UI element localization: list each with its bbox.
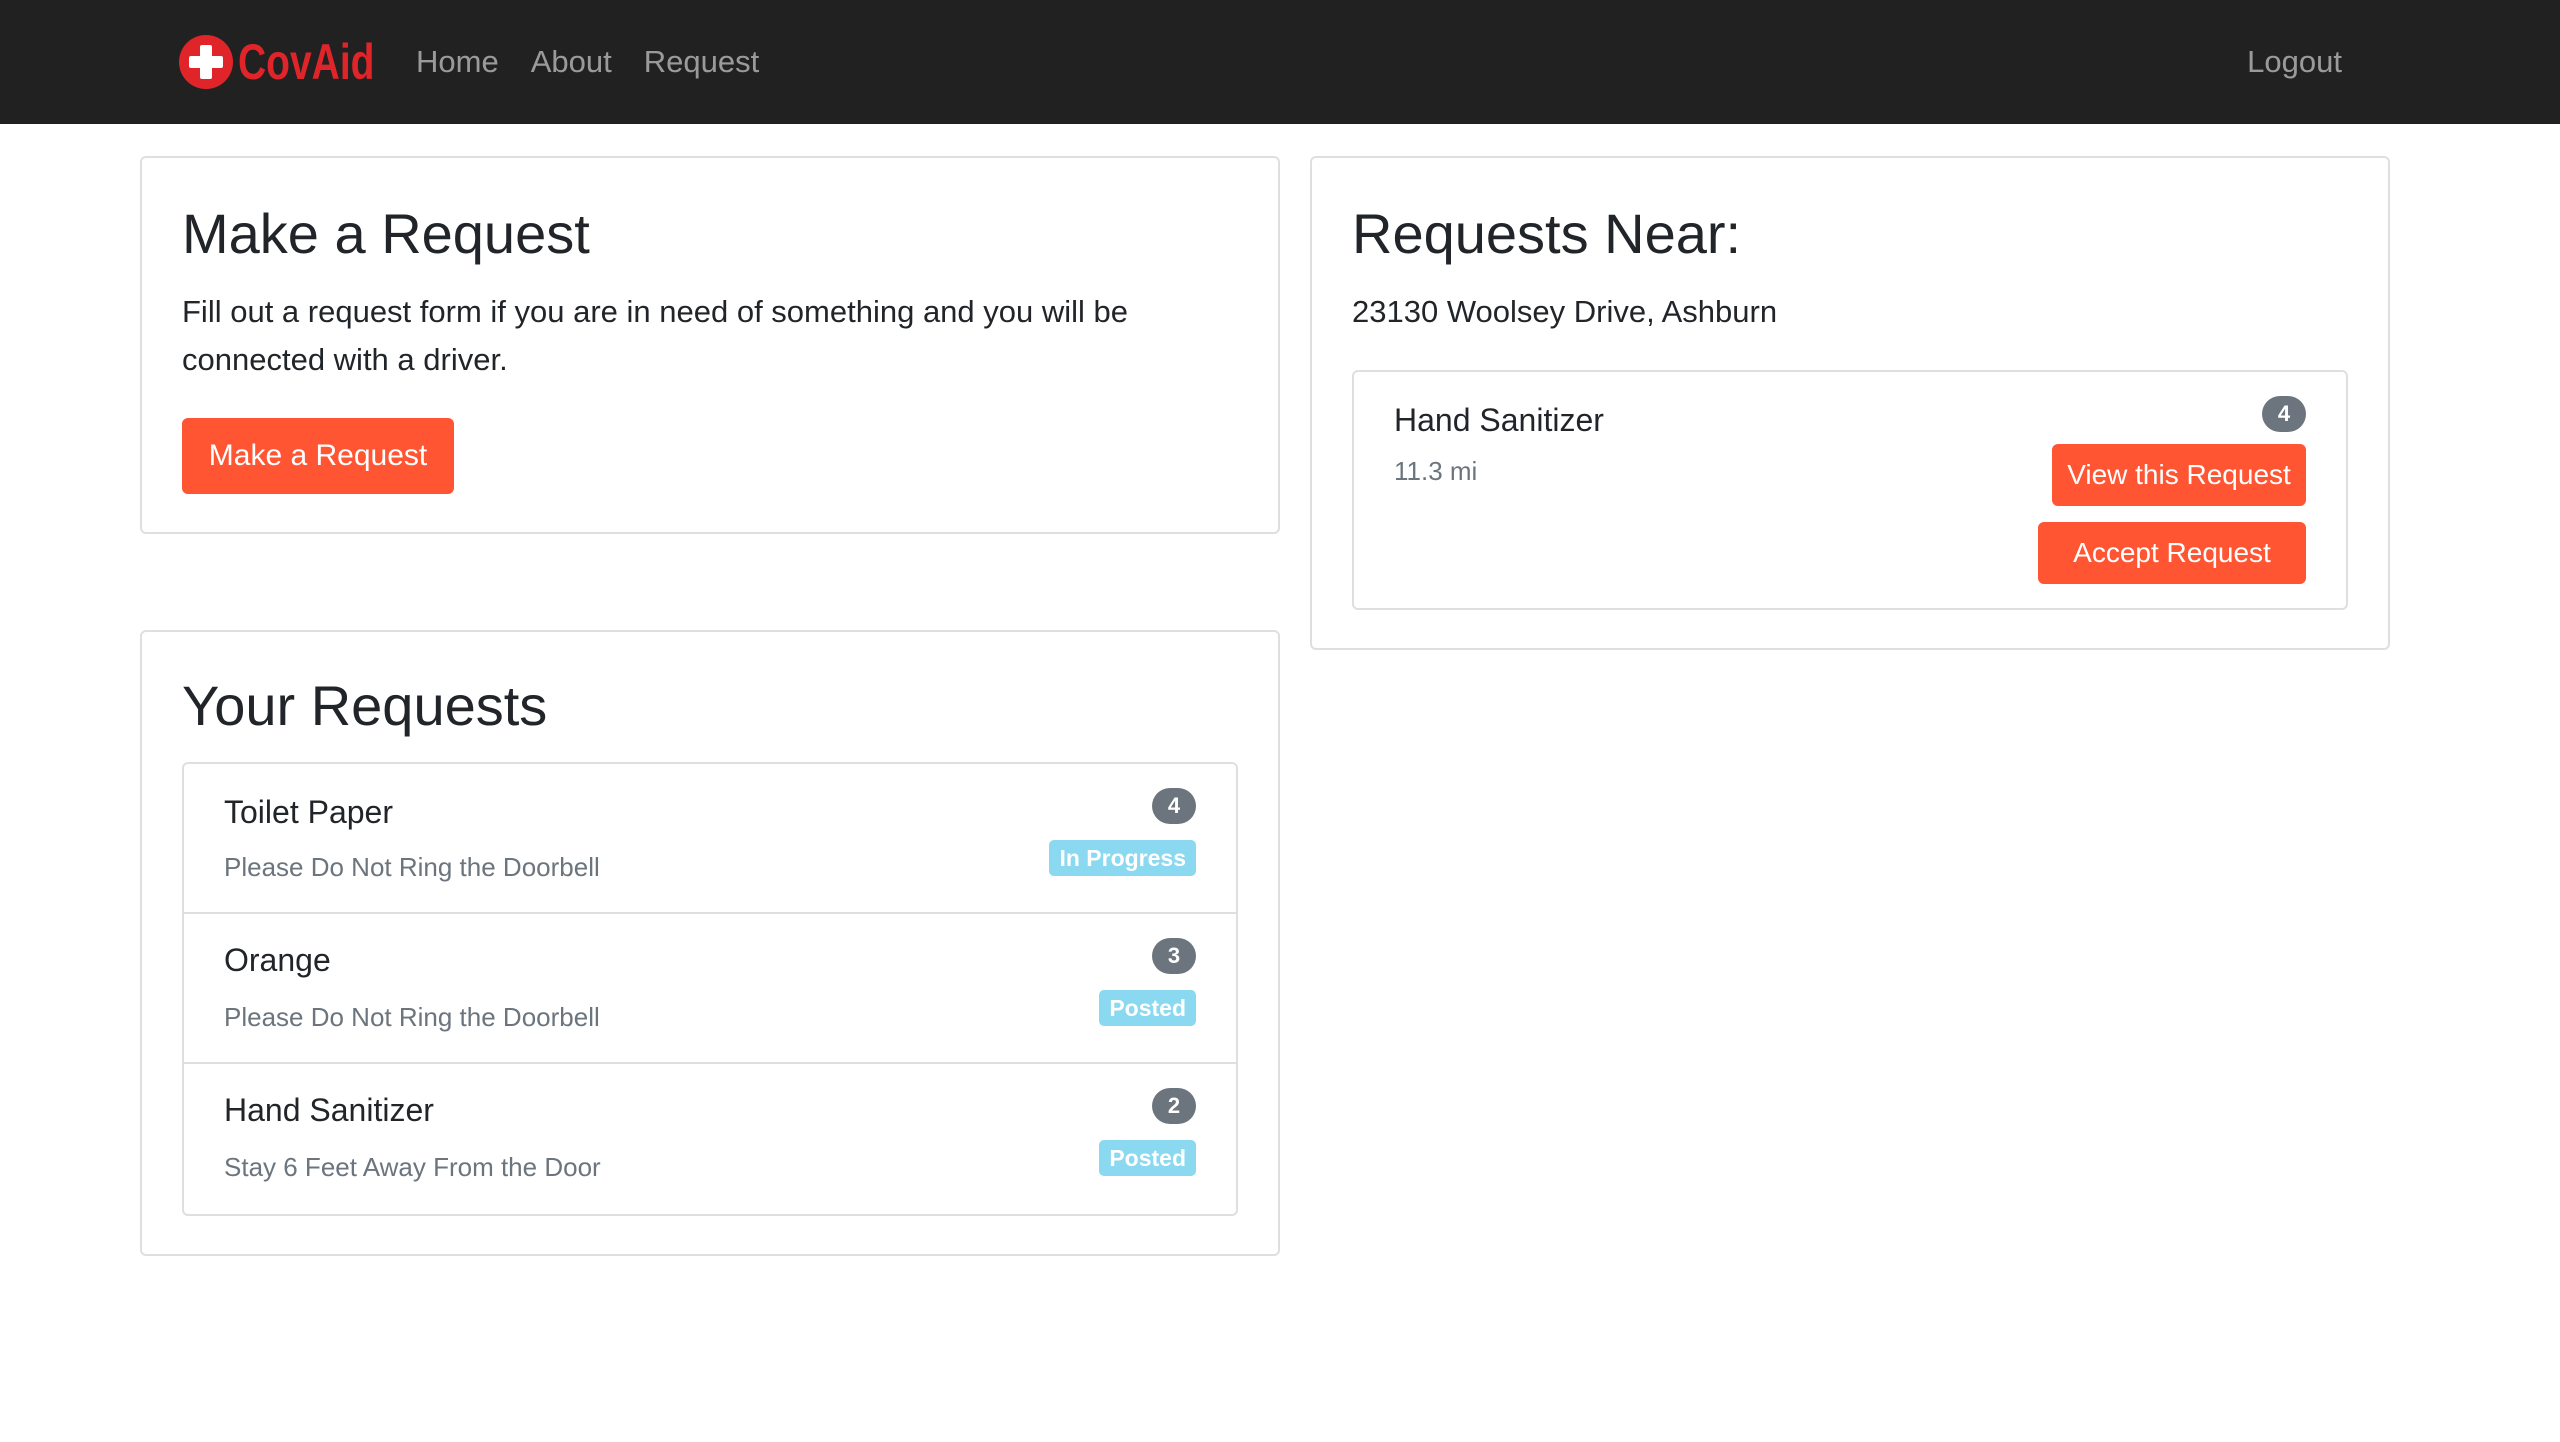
request-note: Please Do Not Ring the Doorbell <box>224 852 600 882</box>
request-title: Hand Sanitizer <box>224 1092 434 1128</box>
status-badge: In Progress <box>1049 840 1196 876</box>
view-request-button[interactable]: View this Request <box>2052 444 2306 506</box>
nav-link-home[interactable]: Home <box>416 44 499 80</box>
request-title: Orange <box>224 942 331 978</box>
requests-near-card: Requests Near: 23130 Woolsey Drive, Ashb… <box>1310 156 2390 650</box>
count-badge: 4 <box>1152 788 1196 824</box>
make-request-description: Fill out a request form if you are in ne… <box>182 294 1129 377</box>
make-request-card: Make a Request Fill out a request form i… <box>140 156 1280 534</box>
nearby-request-item: Hand Sanitizer 11.3 mi 4 View this Reque… <box>1352 370 2348 610</box>
nearby-request-distance: 11.3 mi <box>1394 456 1478 486</box>
list-item[interactable]: Toilet Paper Please Do Not Ring the Door… <box>184 764 1236 914</box>
request-note: Please Do Not Ring the Doorbell <box>224 1002 600 1032</box>
medical-cross-icon <box>179 35 233 89</box>
your-requests-card: Your Requests Toilet Paper Please Do Not… <box>140 630 1280 1256</box>
list-item[interactable]: Hand Sanitizer Stay 6 Feet Away From the… <box>184 1064 1236 1214</box>
accept-request-button[interactable]: Accept Request <box>2038 522 2306 584</box>
make-request-title: Make a Request <box>182 202 590 265</box>
request-note: Stay 6 Feet Away From the Door <box>224 1152 601 1182</box>
logout-link[interactable]: Logout <box>2247 0 2342 124</box>
nav-link-about[interactable]: About <box>531 44 612 80</box>
nav-link-request[interactable]: Request <box>644 44 759 80</box>
list-item[interactable]: Orange Please Do Not Ring the Doorbell 3… <box>184 914 1236 1064</box>
nearby-request-title: Hand Sanitizer <box>1394 402 1604 438</box>
brand-name: CovAid <box>238 34 375 90</box>
navbar: CovAid Home About Request Logout <box>0 0 2560 124</box>
your-requests-title: Your Requests <box>182 674 548 737</box>
your-requests-list: Toilet Paper Please Do Not Ring the Door… <box>182 762 1238 1216</box>
status-badge: Posted <box>1099 990 1196 1026</box>
count-badge: 4 <box>2262 396 2306 432</box>
make-request-button[interactable]: Make a Request <box>182 418 454 494</box>
count-badge: 3 <box>1152 938 1196 974</box>
brand-logo[interactable]: CovAid <box>178 30 413 94</box>
request-title: Toilet Paper <box>224 794 393 830</box>
nav-links: Home About Request <box>400 0 775 124</box>
requests-near-address: 23130 Woolsey Drive, Ashburn <box>1352 294 1778 329</box>
count-badge: 2 <box>1152 1088 1196 1124</box>
requests-near-title: Requests Near: <box>1352 202 1742 265</box>
status-badge: Posted <box>1099 1140 1196 1176</box>
